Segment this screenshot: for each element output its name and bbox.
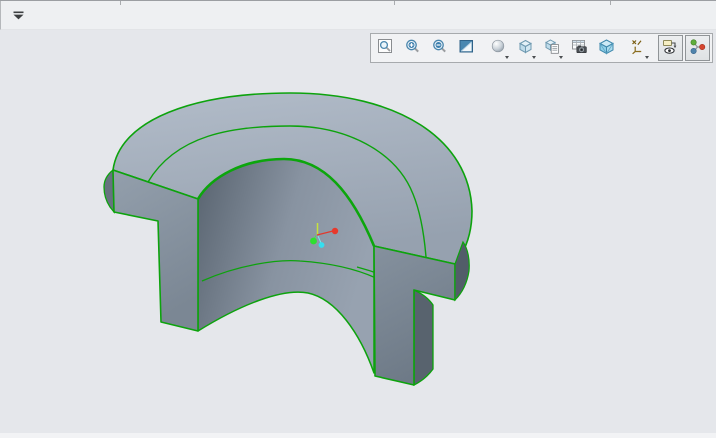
- spin-center-red-ball: [332, 228, 338, 234]
- spin-center-green-ball: [310, 238, 317, 245]
- ribbon-group-separator: [394, 1, 395, 5]
- graphics-area[interactable]: [0, 30, 716, 434]
- hub-outer-right-face[interactable]: [414, 290, 433, 385]
- ribbon-collapse-button[interactable]: [6, 7, 30, 24]
- ribbon-group-separator: [610, 1, 611, 5]
- section-face-left[interactable]: [113, 170, 198, 331]
- section-face-right[interactable]: [374, 246, 455, 385]
- collapse-ribbon-chevron-icon: [13, 8, 24, 23]
- ribbon-group-separator: [120, 1, 121, 5]
- window-bottom-edge: [0, 433, 716, 438]
- application-window: [0, 0, 716, 438]
- spin-center-cyan-ball: [319, 242, 325, 248]
- model-3d-view[interactable]: [0, 30, 716, 434]
- collapsed-ribbon-bar: [0, 1, 716, 30]
